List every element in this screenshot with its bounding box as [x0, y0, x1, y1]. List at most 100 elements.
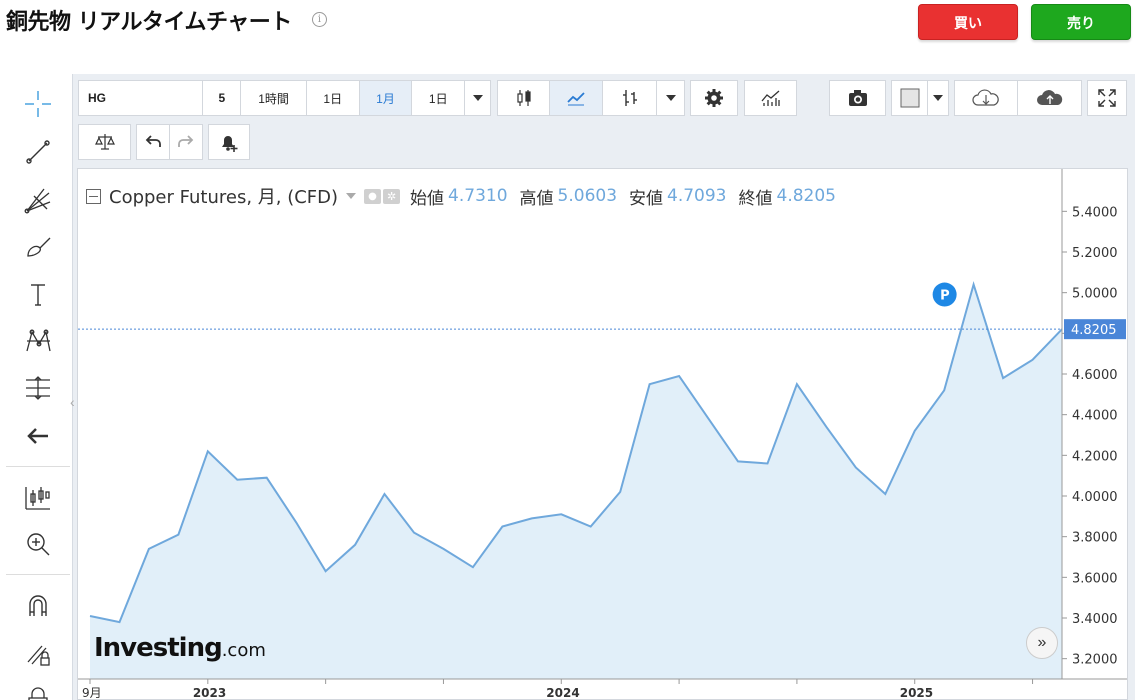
lock-drawing-icon[interactable]	[20, 636, 56, 672]
redo-button[interactable]	[170, 125, 202, 159]
y-tick-label: 4.0000	[1072, 490, 1118, 505]
trend-line-icon[interactable]	[20, 134, 56, 170]
measure-icon[interactable]	[20, 370, 56, 406]
screenshot-toolbar	[829, 80, 886, 116]
open-label: 始値	[410, 188, 445, 209]
fib-fan-icon[interactable]	[20, 182, 56, 218]
low-value: 4.7093	[667, 186, 727, 206]
text-tool-icon[interactable]	[20, 276, 56, 312]
x-tick-label: 9月	[82, 686, 102, 699]
y-tick-label: 5.2000	[1072, 246, 1118, 261]
brush-icon[interactable]	[20, 228, 56, 264]
close-value: 4.8205	[776, 186, 836, 206]
interval-1m[interactable]: 1月	[359, 81, 413, 115]
price-chart[interactable]: 3.2000 3.4000 3.6000 3.8000 4.0000 4.2000 4.40…	[78, 169, 1127, 699]
y-tick-label: 4.4000	[1072, 409, 1118, 424]
header: 銅先物 リアルタイムチャート i 買い 売り	[0, 0, 1137, 50]
buy-button[interactable]: 買い	[918, 4, 1018, 40]
screenshot-button[interactable]	[830, 81, 885, 115]
symbol-input[interactable]: HG	[79, 81, 204, 115]
chevron-down-icon[interactable]	[346, 193, 357, 199]
collapse-legend-icon[interactable]	[86, 188, 101, 204]
eye-icon[interactable]: ●	[364, 188, 382, 204]
chevron-down-icon	[472, 95, 483, 101]
y-tick-label: 3.8000	[1072, 531, 1118, 546]
color-dropdown[interactable]	[928, 81, 948, 115]
line-chart-icon	[567, 92, 585, 106]
y-tick-label: 5.0000	[1072, 287, 1118, 302]
logo-brand: Investing	[94, 633, 223, 663]
gear-icon[interactable]: ✲	[383, 188, 401, 204]
cloud-upload-button[interactable]	[1018, 81, 1081, 115]
chart-type-toolbar	[497, 80, 685, 116]
investing-logo: Investing.com	[94, 633, 266, 663]
indicators-toolbar	[744, 80, 797, 116]
camera-icon	[848, 90, 867, 106]
scroll-to-latest-button[interactable]: »	[1026, 627, 1058, 659]
chart-ruler-icon[interactable]	[20, 480, 56, 516]
candlestick-icon	[517, 90, 531, 106]
chart-panel[interactable]: 3.2000 3.4000 3.6000 3.8000 4.0000 4.2000 4.40…	[77, 168, 1128, 700]
crosshair-icon[interactable]	[20, 86, 56, 122]
redo-icon	[178, 135, 194, 147]
drawing-toolbar	[6, 76, 70, 700]
interval-5[interactable]: 5	[203, 81, 242, 115]
fullscreen-icon	[1098, 89, 1116, 107]
series-legend: Copper Futures, 月, (CFD) ● ✲ 始値 4.7310 高…	[86, 183, 848, 209]
interval-custom[interactable]: 1日	[412, 81, 466, 115]
series-name: Copper Futures, 月, (CFD)	[109, 187, 339, 208]
settings-icon	[705, 89, 723, 107]
undo-redo-toolbar	[136, 124, 203, 160]
compare-toolbar	[78, 124, 131, 160]
lock-icon[interactable]	[20, 680, 56, 700]
cloud-toolbar	[954, 80, 1082, 116]
symbol-interval-toolbar: HG 5 1時間 1日 1月 1日	[78, 80, 491, 116]
y-tick-label: 3.6000	[1072, 571, 1118, 586]
x-tick-label: 2025	[900, 686, 933, 699]
high-label: 高値	[519, 188, 554, 209]
compare-button[interactable]	[79, 125, 130, 159]
sell-button[interactable]: 売り	[1031, 4, 1131, 40]
cloud-download-button[interactable]	[955, 81, 1018, 115]
line-chart-button[interactable]	[550, 81, 603, 115]
bar-chart-button[interactable]	[603, 81, 658, 115]
fullscreen-button[interactable]	[1088, 81, 1126, 115]
chart-type-dropdown[interactable]	[657, 81, 684, 115]
last-price-label: 4.8205	[1071, 323, 1117, 338]
undo-button[interactable]	[137, 125, 170, 159]
x-tick-label: 2024	[546, 686, 579, 699]
y-tick-label: 3.2000	[1072, 653, 1118, 668]
settings-button[interactable]	[691, 81, 737, 115]
open-value: 4.7310	[448, 186, 508, 206]
add-alert-button[interactable]	[209, 125, 249, 159]
chevron-down-icon	[933, 95, 943, 101]
color-picker-button[interactable]	[892, 81, 928, 115]
indicators-button[interactable]	[745, 81, 796, 115]
candlestick-button[interactable]	[498, 81, 551, 115]
toolbar-divider	[6, 574, 70, 575]
pattern-icon[interactable]	[20, 322, 56, 358]
alert-icon	[222, 136, 238, 152]
indicators-icon	[761, 90, 780, 106]
magnet-icon[interactable]	[20, 588, 56, 624]
settings-toolbar	[690, 80, 738, 116]
interval-dropdown[interactable]	[465, 81, 490, 115]
cloud-upload-icon	[1036, 90, 1062, 105]
fullscreen-toolbar	[1087, 80, 1127, 116]
zoom-in-icon[interactable]	[20, 526, 56, 562]
compare-icon	[94, 134, 115, 150]
info-icon[interactable]: i	[312, 12, 327, 27]
y-tick-label: 3.4000	[1072, 612, 1118, 627]
toolbar-divider	[6, 466, 70, 467]
cloud-download-icon	[972, 89, 999, 106]
color-toolbar	[891, 80, 949, 116]
interval-1h[interactable]: 1時間	[241, 81, 307, 115]
event-marker-label: P	[940, 289, 950, 304]
bar-chart-icon	[622, 90, 637, 106]
x-tick-label: 2023	[193, 686, 226, 699]
back-arrow-icon[interactable]	[20, 418, 56, 454]
alert-toolbar	[208, 124, 250, 160]
high-value: 5.0603	[557, 186, 618, 206]
interval-1d[interactable]: 1日	[307, 81, 360, 115]
y-tick-label: 4.6000	[1072, 368, 1118, 383]
